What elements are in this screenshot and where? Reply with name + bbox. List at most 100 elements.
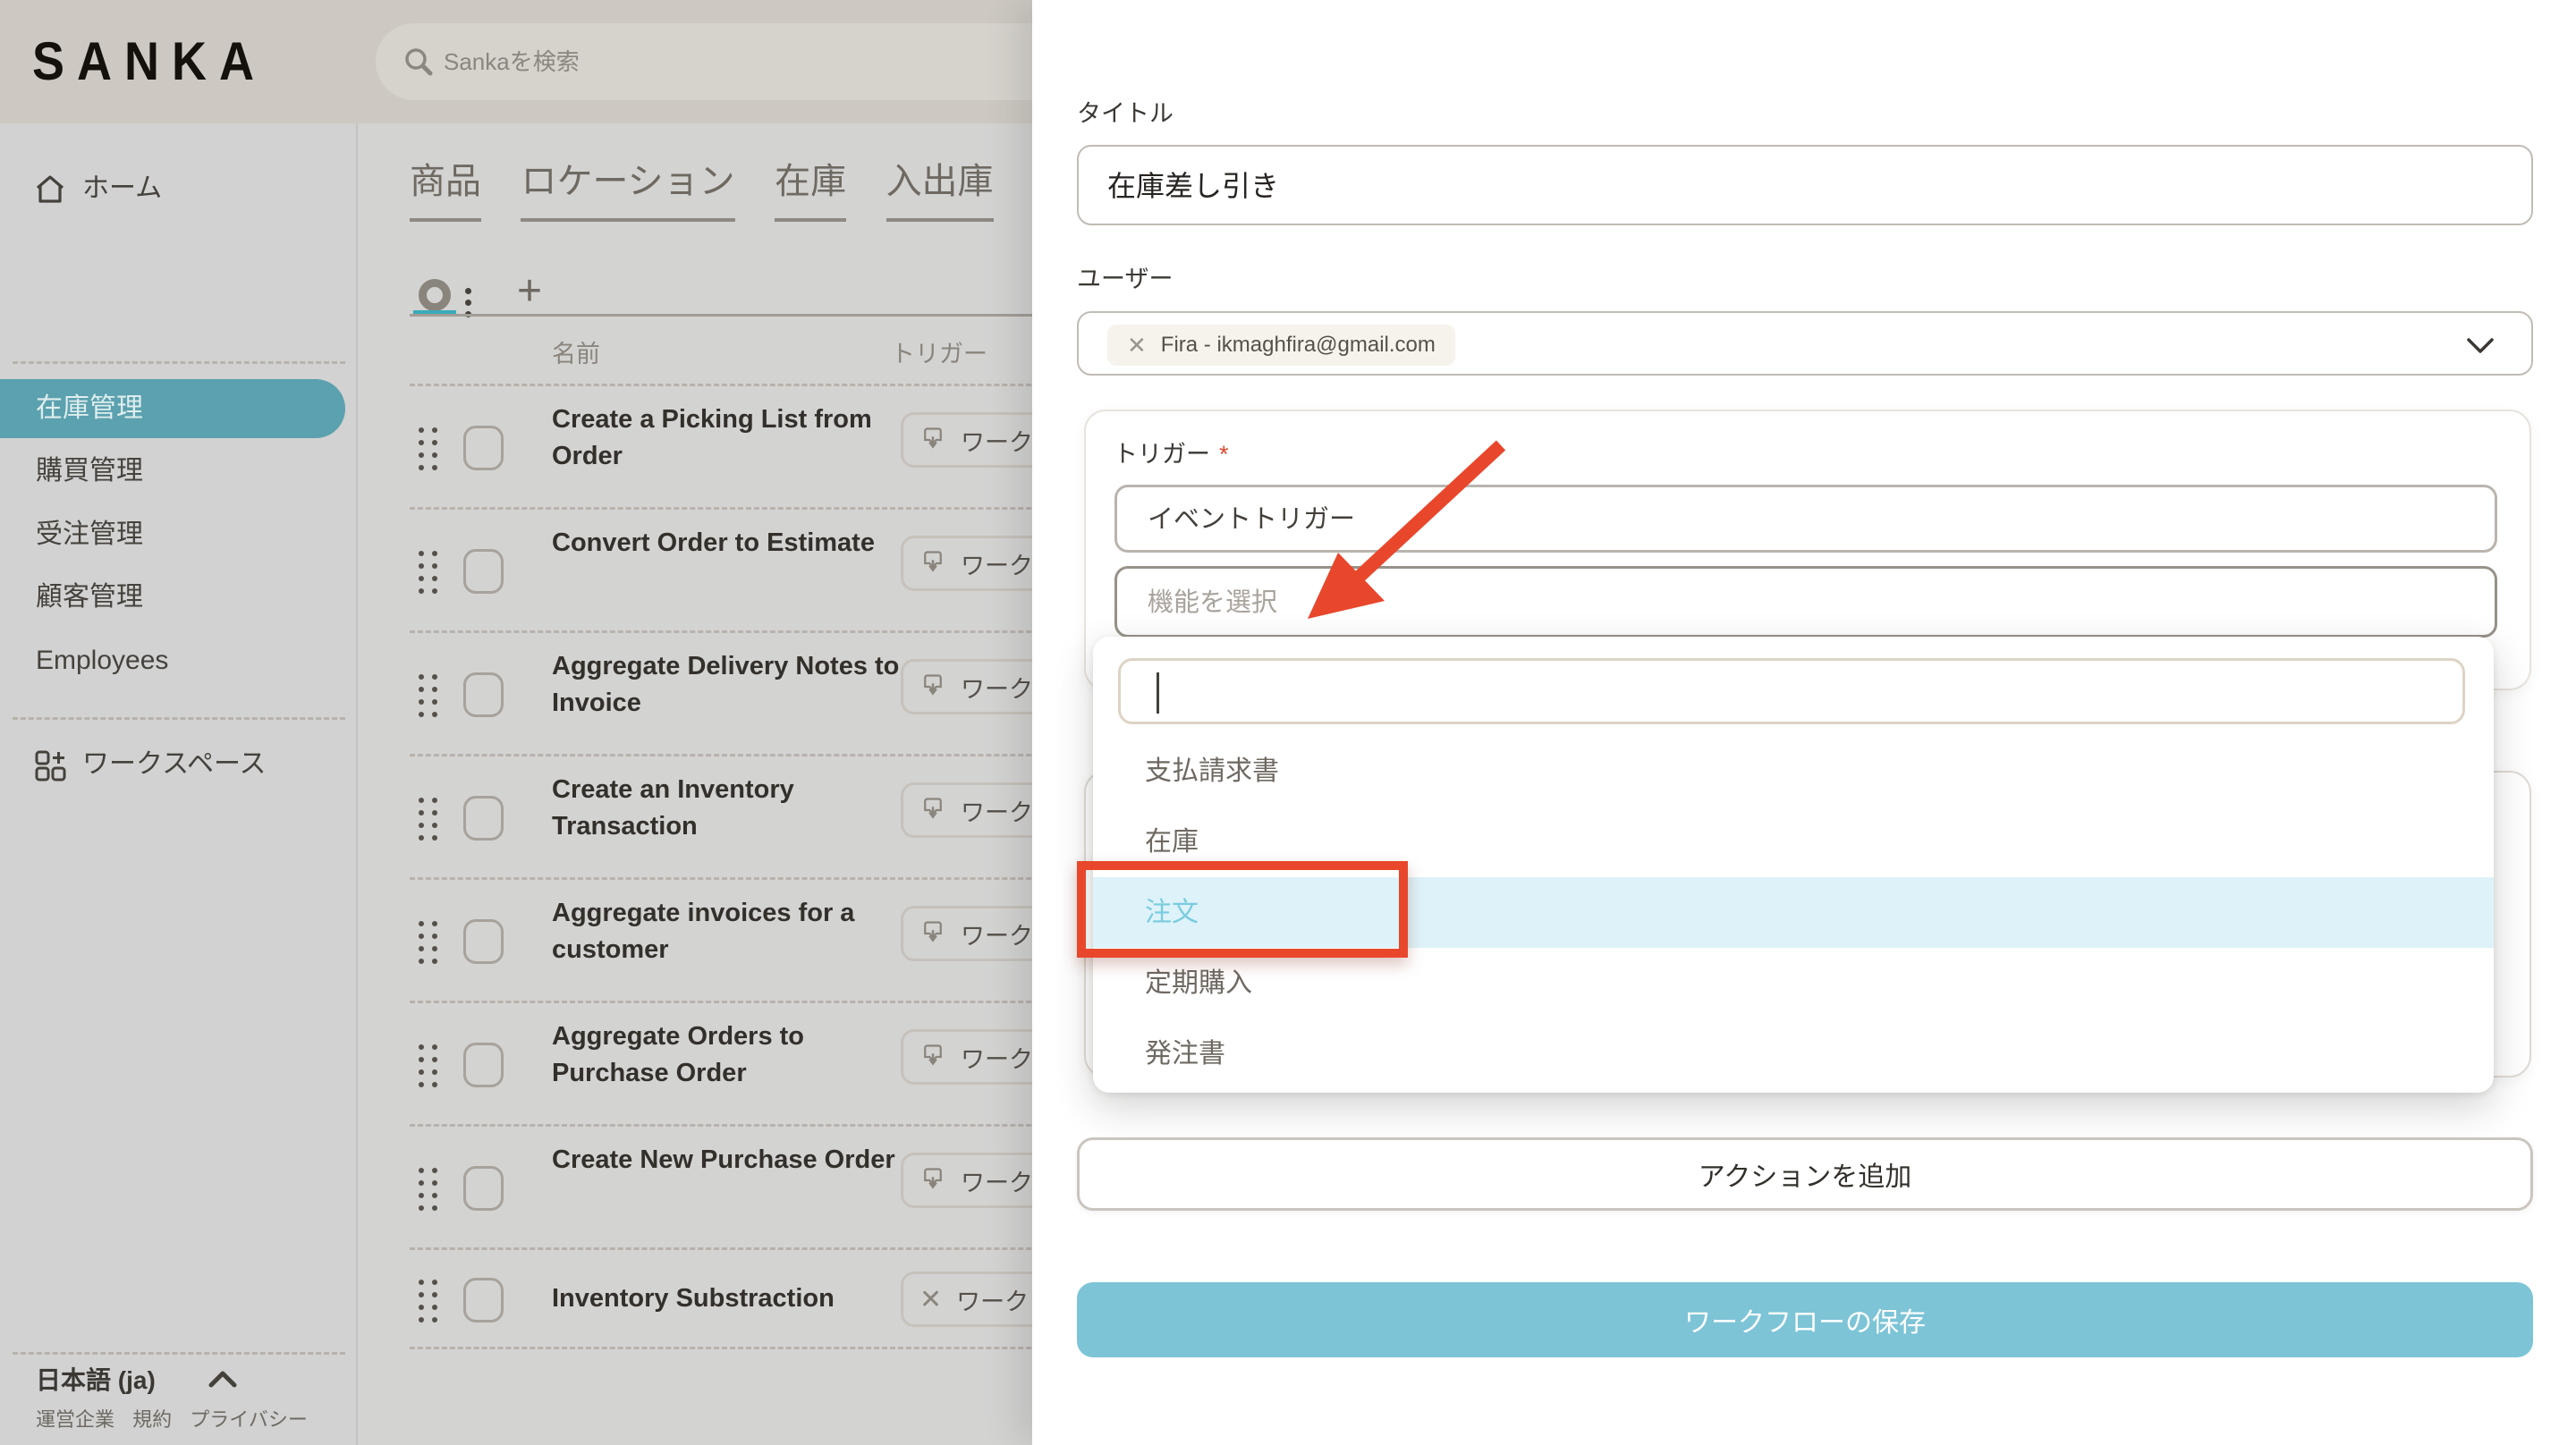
row-checkbox[interactable] bbox=[463, 1043, 504, 1087]
row-checkbox[interactable] bbox=[463, 1278, 504, 1322]
download-icon bbox=[919, 673, 946, 700]
footer-links: 運営企業 規約 プライバシー bbox=[36, 1404, 320, 1432]
add-action-label: アクションを追加 bbox=[1699, 1154, 1912, 1194]
kebab-menu-icon[interactable] bbox=[465, 283, 471, 323]
download-icon bbox=[919, 920, 946, 947]
table-row[interactable]: Aggregate Orders to Purchase Order ワークフ bbox=[410, 1003, 1055, 1127]
row-checkbox[interactable] bbox=[463, 919, 504, 964]
app-logo: SANKA bbox=[32, 30, 267, 92]
workflow-name[interactable]: Aggregate invoices for a customer bbox=[552, 895, 908, 968]
divider bbox=[13, 717, 345, 720]
option-label: 在庫 bbox=[1145, 827, 1199, 857]
row-checkbox[interactable] bbox=[463, 672, 504, 717]
title-field-label: タイトル bbox=[1077, 94, 1174, 129]
table-row[interactable]: Create an Inventory Transaction ワークフ bbox=[410, 756, 1055, 880]
close-icon: ✕ bbox=[919, 1284, 942, 1315]
sidebar-item-label: ホーム bbox=[82, 157, 162, 220]
save-workflow-button[interactable]: ワークフローの保存 bbox=[1077, 1282, 2533, 1357]
sidebar-item-label: ワークスペース bbox=[82, 733, 267, 796]
drag-handle-icon[interactable] bbox=[419, 1044, 437, 1087]
footer-link-terms[interactable]: 規約 bbox=[132, 1408, 172, 1431]
drag-handle-icon[interactable] bbox=[419, 921, 437, 964]
sidebar-item-employees[interactable]: Employees bbox=[36, 631, 168, 690]
add-view-button[interactable]: + bbox=[517, 266, 542, 316]
download-icon bbox=[919, 427, 946, 453]
annotation-arrow-icon bbox=[1252, 411, 1574, 648]
divider bbox=[13, 361, 345, 364]
required-asterisk: * bbox=[1219, 441, 1229, 468]
footer-link-privacy[interactable]: プライバシー bbox=[190, 1408, 308, 1431]
drag-handle-icon[interactable] bbox=[419, 551, 437, 594]
tab-bar: 商品 ロケーション 在庫 入出庫 ワ bbox=[410, 152, 1105, 222]
workspace-icon bbox=[32, 748, 68, 790]
drag-handle-icon[interactable] bbox=[419, 1168, 437, 1211]
drag-handle-icon[interactable] bbox=[419, 1280, 437, 1322]
table-row[interactable]: Aggregate invoices for a customer ワークフ bbox=[410, 880, 1055, 1003]
row-checkbox[interactable] bbox=[463, 796, 504, 841]
workflow-name[interactable]: Create a Picking List from Order bbox=[552, 401, 908, 475]
workflow-name[interactable]: Create an Inventory Transaction bbox=[552, 772, 908, 845]
user-chip-label: Fira - ikmaghfira@gmail.com bbox=[1161, 333, 1436, 358]
row-checkbox[interactable] bbox=[463, 426, 504, 470]
table-row[interactable]: Create New Purchase Order ワークフ bbox=[410, 1127, 1055, 1250]
workflow-name[interactable]: Aggregate Delivery Notes to Invoice bbox=[552, 648, 908, 722]
chevron-up-icon bbox=[208, 1366, 238, 1394]
sidebar-item-inventory-active[interactable]: 在庫管理 bbox=[0, 379, 345, 438]
sidebar-item-customers[interactable]: 顧客管理 bbox=[36, 568, 143, 627]
search-icon bbox=[402, 46, 435, 82]
sidebar-item-orders[interactable]: 受注管理 bbox=[36, 505, 143, 564]
row-checkbox[interactable] bbox=[463, 1166, 504, 1211]
tab-locations[interactable]: ロケーション bbox=[521, 152, 734, 222]
dropdown-option-purchase-order[interactable]: 発注書 bbox=[1093, 1018, 2494, 1089]
trigger-label-text: トリガー bbox=[1114, 441, 1210, 468]
table-row[interactable]: Create a Picking List from Order ワークフ bbox=[410, 386, 1055, 510]
chevron-down-icon[interactable] bbox=[2465, 336, 2496, 360]
workflow-name[interactable]: Inventory Substraction bbox=[552, 1280, 908, 1317]
workflow-name[interactable]: Aggregate Orders to Purchase Order bbox=[552, 1018, 908, 1092]
table-row[interactable]: Aggregate Delivery Notes to Invoice ワークフ bbox=[410, 633, 1055, 756]
download-icon bbox=[919, 1044, 946, 1070]
user-select[interactable]: ✕ Fira - ikmaghfira@gmail.com bbox=[1077, 311, 2533, 376]
dropdown-search-input[interactable] bbox=[1118, 658, 2465, 724]
remove-user-icon[interactable]: ✕ bbox=[1127, 332, 1147, 359]
workflow-name[interactable]: Create New Purchase Order bbox=[552, 1142, 908, 1179]
sidebar-item-workspace[interactable]: ワークスペース bbox=[0, 733, 358, 796]
tab-stock[interactable]: 在庫 bbox=[775, 152, 846, 222]
table-row[interactable]: Convert Order to Estimate ワークフ bbox=[410, 510, 1055, 633]
drag-handle-icon[interactable] bbox=[419, 674, 437, 717]
language-selector[interactable]: 日本語 (ja) bbox=[36, 1361, 238, 1397]
footer-link-company[interactable]: 運営企業 bbox=[36, 1408, 114, 1431]
dropdown-option-invoice[interactable]: 支払請求書 bbox=[1093, 736, 2494, 807]
title-input[interactable]: 在庫差し引き bbox=[1077, 145, 2533, 225]
column-header-trigger: トリガー bbox=[891, 334, 987, 369]
divider bbox=[13, 1352, 345, 1355]
tab-products[interactable]: 商品 bbox=[410, 152, 481, 222]
option-label: 発注書 bbox=[1145, 1039, 1225, 1069]
dropdown-option-subscription[interactable]: 定期購入 bbox=[1093, 948, 2494, 1018]
sidebar-item-label: 在庫管理 bbox=[36, 379, 143, 438]
title-value: 在庫差し引き bbox=[1107, 147, 1279, 225]
sidebar-item-home[interactable]: ホーム bbox=[0, 157, 358, 220]
table-row[interactable]: Inventory Substraction ✕ ワーク bbox=[410, 1250, 1055, 1349]
user-field-label: ユーザー bbox=[1077, 259, 1173, 294]
view-circle-icon[interactable] bbox=[419, 279, 451, 311]
workflow-name[interactable]: Convert Order to Estimate bbox=[552, 525, 908, 562]
option-label: 定期購入 bbox=[1145, 968, 1252, 998]
workflow-table: Create a Picking List from Order ワークフ Co… bbox=[410, 384, 1055, 1349]
column-header-name: 名前 bbox=[552, 334, 600, 369]
tab-inbound-outbound[interactable]: 入出庫 bbox=[886, 152, 994, 222]
drag-handle-icon[interactable] bbox=[419, 427, 437, 470]
badge-label: ワーク bbox=[956, 1282, 1029, 1317]
sidebar-item-purchasing[interactable]: 購買管理 bbox=[36, 442, 143, 501]
download-icon bbox=[919, 1167, 946, 1194]
download-icon bbox=[919, 550, 946, 577]
download-icon bbox=[919, 797, 946, 824]
annotation-highlight-box bbox=[1077, 861, 1408, 958]
home-icon bbox=[32, 172, 68, 215]
option-label: 支払請求書 bbox=[1145, 756, 1279, 786]
row-checkbox[interactable] bbox=[463, 549, 504, 594]
drag-handle-icon[interactable] bbox=[419, 798, 437, 841]
add-action-button[interactable]: アクションを追加 bbox=[1077, 1137, 2533, 1211]
save-workflow-label: ワークフローの保存 bbox=[1684, 1300, 1926, 1339]
language-label: 日本語 (ja) bbox=[36, 1366, 156, 1394]
